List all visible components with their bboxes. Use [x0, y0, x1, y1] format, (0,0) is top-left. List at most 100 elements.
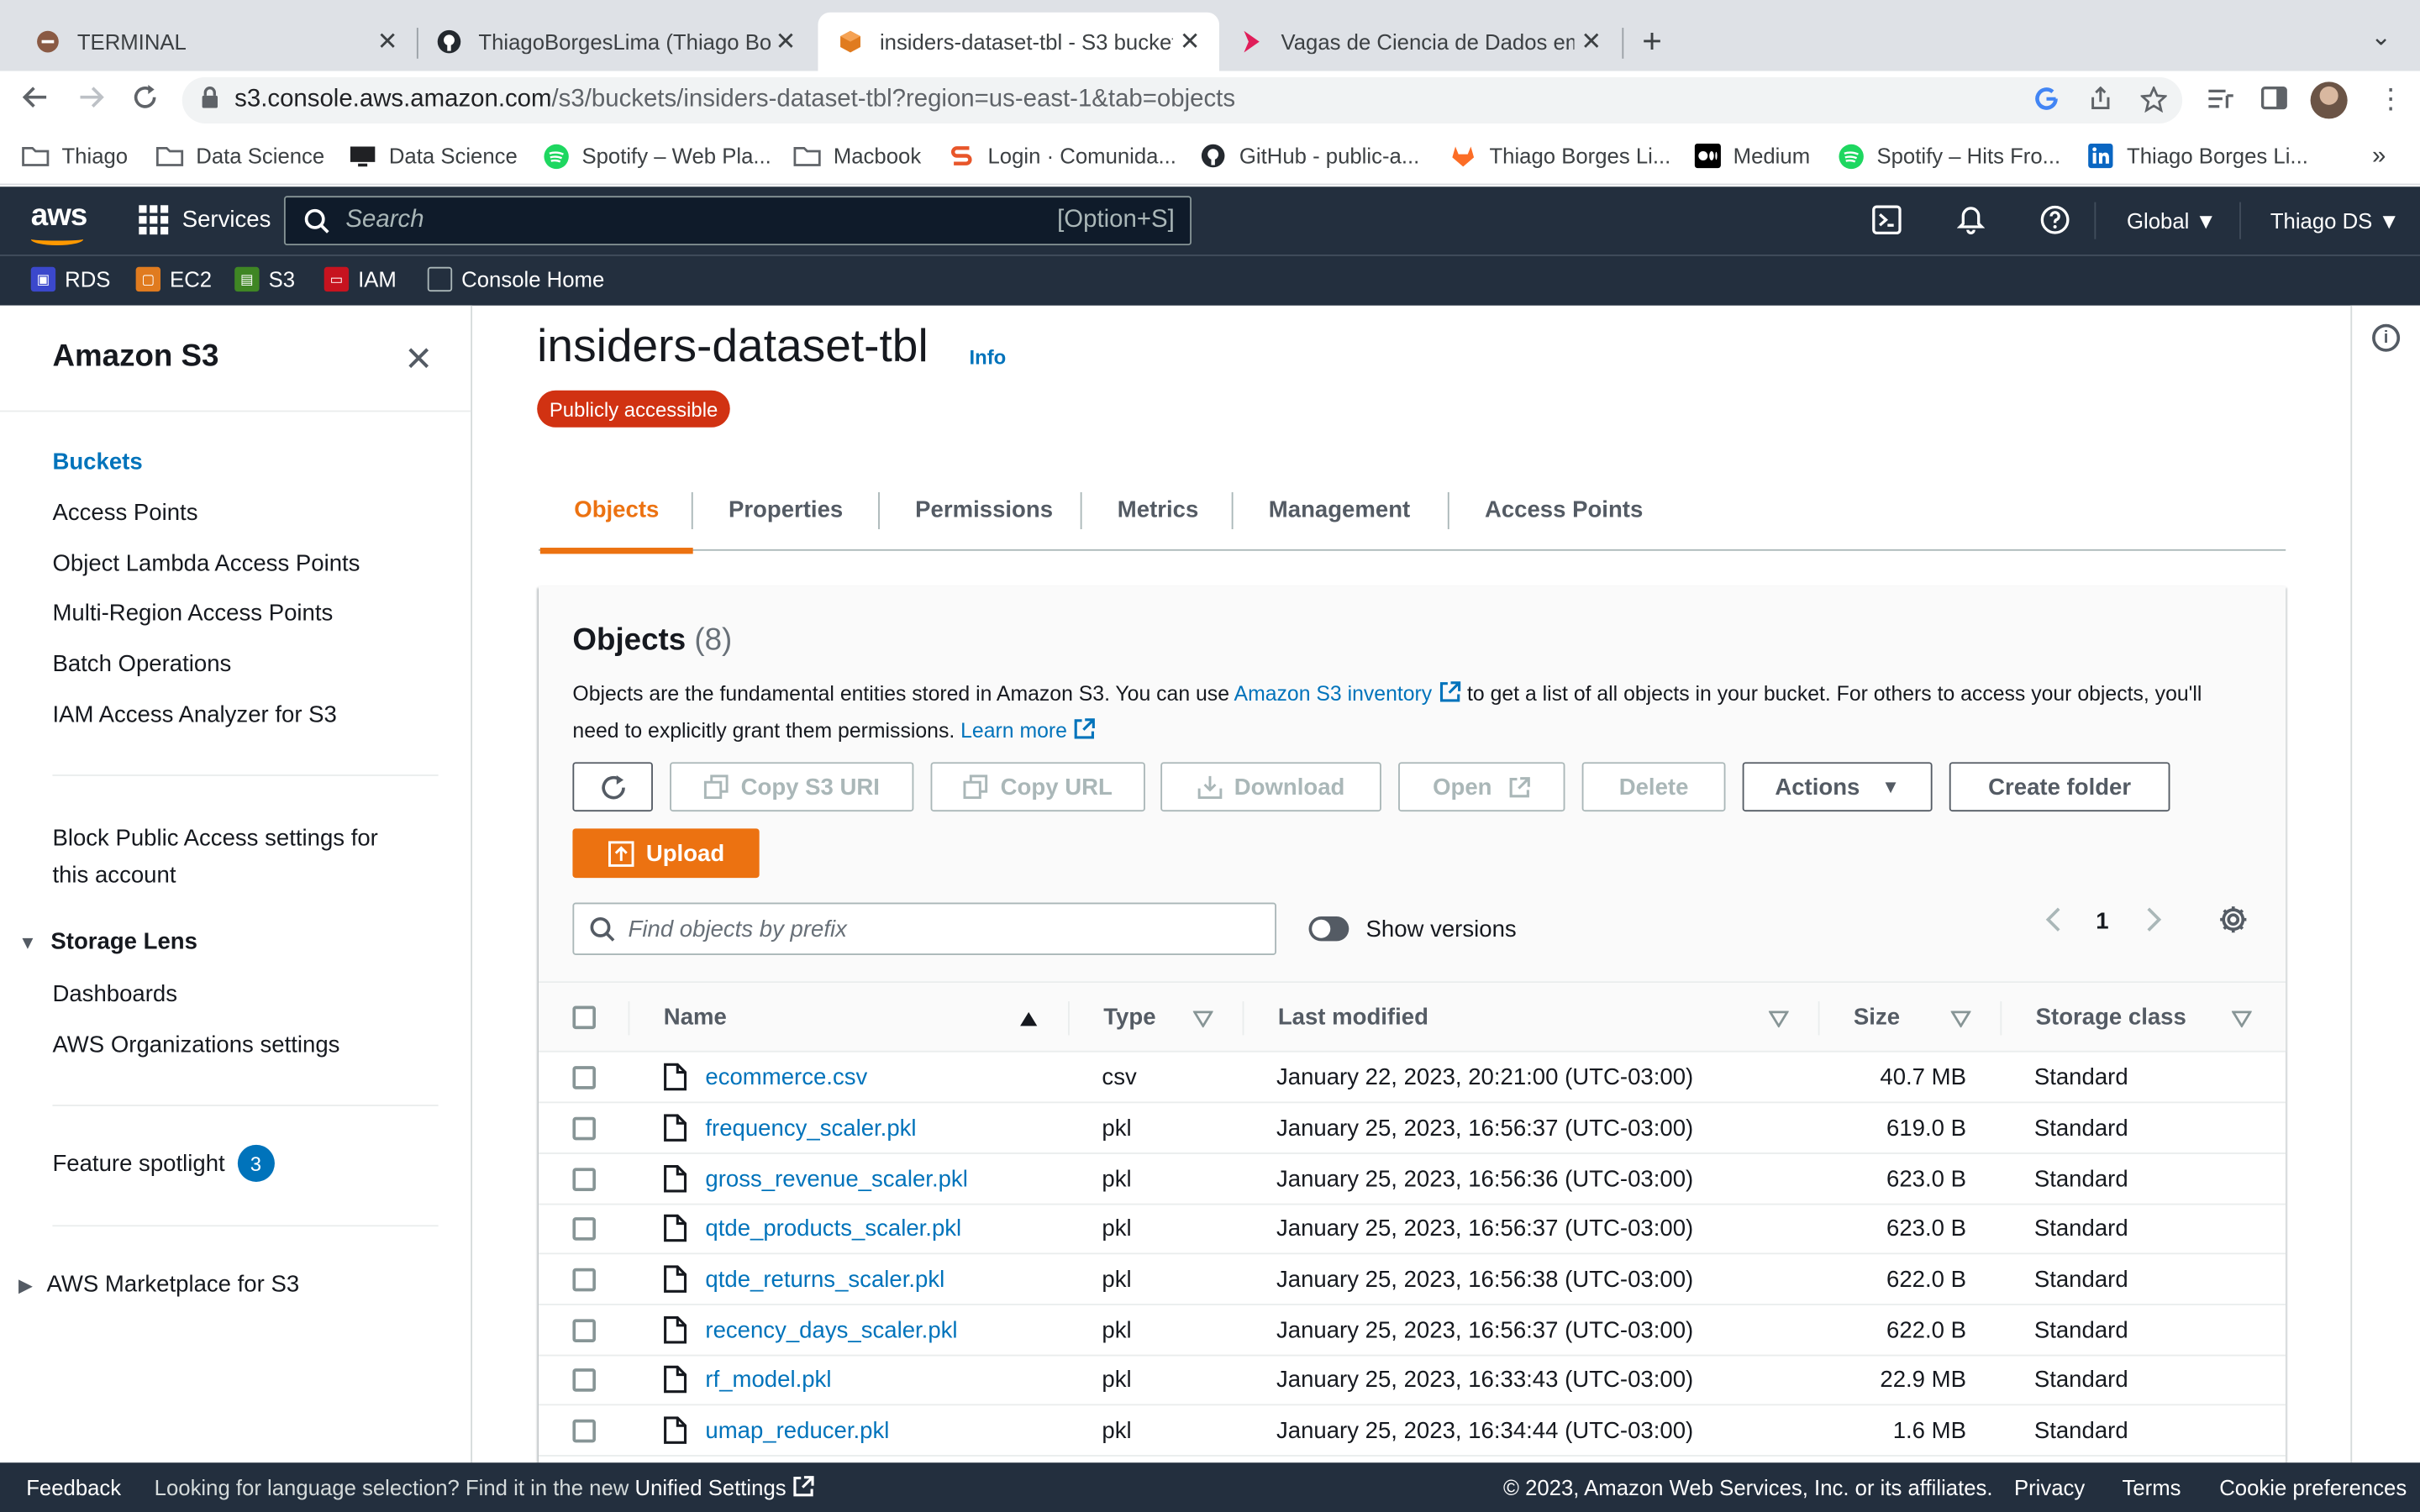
- feedback-link[interactable]: Feedback: [26, 1475, 121, 1499]
- inventory-link[interactable]: Amazon S3 inventory: [1234, 682, 1433, 706]
- show-versions-toggle[interactable]: [1308, 916, 1349, 942]
- browser-tab[interactable]: ThiagoBorgesLima (Thiago Borges Lima) ✕: [420, 13, 815, 71]
- settings-gear-icon[interactable]: [2217, 904, 2249, 941]
- upload-button[interactable]: Upload: [572, 828, 760, 879]
- row-checkbox[interactable]: [572, 1268, 596, 1292]
- services-menu-button[interactable]: Services: [139, 205, 271, 235]
- marketplace-section[interactable]: ▶ AWS Marketplace for S3: [18, 1271, 299, 1297]
- object-name-link[interactable]: qtde_returns_scaler.pkl: [705, 1267, 944, 1293]
- notifications-bell-icon[interactable]: [1956, 205, 1986, 242]
- bookmark-item[interactable]: Data Science: [155, 144, 324, 168]
- open-button[interactable]: Open: [1398, 762, 1565, 812]
- table-row[interactable]: qtde_returns_scaler.pkl pkl January 25, …: [539, 1254, 2286, 1305]
- bookmark-item[interactable]: Macbook: [793, 144, 921, 168]
- sidebar-item-multi-region[interactable]: Multi-Region Access Points: [52, 600, 333, 626]
- bookmark-item[interactable]: Thiago Borges Li...: [2086, 143, 2308, 169]
- region-selector[interactable]: Global ▼: [2127, 208, 2217, 233]
- table-row[interactable]: gross_revenue_scaler.pkl pkl January 25,…: [539, 1154, 2286, 1205]
- actions-dropdown[interactable]: Actions ▼: [1742, 762, 1933, 812]
- table-row[interactable]: frequency_scaler.pkl pkl January 25, 202…: [539, 1103, 2286, 1154]
- close-icon[interactable]: ✕: [404, 339, 433, 380]
- side-panel-icon[interactable]: [2261, 87, 2287, 118]
- download-button[interactable]: Download: [1160, 762, 1381, 812]
- sort-icon[interactable]: [1950, 1007, 1972, 1035]
- bookmark-item[interactable]: Login · Comunida...: [948, 144, 1176, 168]
- column-header-size[interactable]: Size: [1854, 1005, 1900, 1031]
- column-header-name[interactable]: Name: [664, 1005, 727, 1031]
- refresh-button[interactable]: [572, 762, 653, 812]
- column-header-last-modified[interactable]: Last modified: [1278, 1005, 1428, 1031]
- bookmark-item[interactable]: Spotify – Hits Fro...: [1837, 143, 2060, 169]
- sidebar-item-iam-analyzer[interactable]: IAM Access Analyzer for S3: [52, 702, 336, 728]
- favorite-console-home[interactable]: Console Home: [427, 266, 604, 292]
- tab-properties[interactable]: Properties: [729, 468, 843, 551]
- favorite-iam[interactable]: ▭ IAM: [324, 266, 397, 292]
- close-tab-icon[interactable]: ✕: [373, 26, 401, 57]
- tab-search-icon[interactable]: ⌄: [2370, 22, 2391, 53]
- object-name-link[interactable]: qtde_products_scaler.pkl: [705, 1215, 961, 1242]
- object-name-link[interactable]: recency_days_scaler.pkl: [705, 1318, 957, 1344]
- sort-icon[interactable]: [2231, 1007, 2253, 1035]
- bookmark-item[interactable]: Medium: [1693, 143, 1810, 169]
- aws-logo[interactable]: aws: [30, 199, 87, 246]
- table-row[interactable]: umap_reducer.pkl pkl January 25, 2023, 1…: [539, 1405, 2286, 1457]
- info-icon[interactable]: i: [2372, 323, 2401, 352]
- back-icon[interactable]: [22, 83, 50, 118]
- table-row[interactable]: recency_days_scaler.pkl pkl January 25, …: [539, 1305, 2286, 1357]
- privacy-link[interactable]: Privacy: [2014, 1475, 2085, 1499]
- sidebar-item-block-public-access[interactable]: Block Public Access settings for this ac…: [52, 821, 377, 895]
- share-icon[interactable]: [2088, 86, 2112, 119]
- sidebar-item-object-lambda[interactable]: Object Lambda Access Points: [52, 551, 360, 577]
- next-page-icon[interactable]: [2145, 906, 2164, 939]
- close-tab-icon[interactable]: ✕: [1577, 26, 1605, 57]
- sort-icon[interactable]: [1768, 1007, 1790, 1035]
- cookie-preferences-link[interactable]: Cookie preferences: [2219, 1475, 2407, 1499]
- tab-permissions[interactable]: Permissions: [915, 468, 1053, 551]
- google-icon[interactable]: [2034, 87, 2059, 119]
- table-row[interactable]: ecommerce.csv csv January 22, 2023, 20:2…: [539, 1053, 2286, 1104]
- console-search-input[interactable]: Search [Option+S]: [283, 196, 1192, 246]
- bookmark-item[interactable]: Thiago Borges Li...: [1449, 144, 1670, 168]
- object-name-link[interactable]: frequency_scaler.pkl: [705, 1116, 916, 1142]
- copy-url-button[interactable]: Copy URL: [930, 762, 1145, 812]
- object-search-input[interactable]: Find objects by prefix: [572, 902, 1276, 955]
- row-checkbox[interactable]: [572, 1319, 596, 1342]
- sidebar-item-buckets[interactable]: Buckets: [52, 449, 142, 475]
- bookmark-item[interactable]: Spotify – Web Pla...: [542, 143, 771, 169]
- learn-more-link[interactable]: Learn more: [960, 719, 1067, 743]
- tab-access-points[interactable]: Access Points: [1485, 468, 1643, 551]
- browser-tab[interactable]: Vagas de Ciencia de Dados em ✕: [1223, 13, 1621, 71]
- omnibox[interactable]: s3.console.aws.amazon.com/s3/buckets/ins…: [182, 76, 2183, 123]
- feature-spotlight[interactable]: Feature spotlight 3: [52, 1144, 275, 1182]
- select-all-checkbox[interactable]: [572, 1005, 596, 1030]
- new-tab-icon[interactable]: +: [1642, 22, 1662, 62]
- browser-tab-active[interactable]: insiders-dataset-tbl - S3 bucket ✕: [818, 12, 1220, 71]
- profile-avatar[interactable]: [2310, 81, 2348, 119]
- create-folder-button[interactable]: Create folder: [1949, 762, 2170, 812]
- copy-s3-uri-button[interactable]: Copy S3 URI: [670, 762, 914, 812]
- bookmark-star-icon[interactable]: [2139, 85, 2169, 120]
- bookmarks-overflow[interactable]: »: [2372, 144, 2386, 171]
- tab-metrics[interactable]: Metrics: [1118, 468, 1198, 551]
- bookmark-item[interactable]: Data Science: [349, 144, 518, 168]
- row-checkbox[interactable]: [572, 1217, 596, 1241]
- current-page[interactable]: 1: [2096, 909, 2108, 935]
- sidebar-item-access-points[interactable]: Access Points: [52, 500, 197, 526]
- row-checkbox[interactable]: [572, 1168, 596, 1191]
- row-checkbox[interactable]: [572, 1116, 596, 1141]
- browser-tab[interactable]: TERMINAL ✕: [18, 13, 417, 71]
- favorite-s3[interactable]: ▤ S3: [234, 266, 295, 292]
- table-row[interactable]: rf_model.pkl pkl January 25, 2023, 16:33…: [539, 1355, 2286, 1406]
- delete-button[interactable]: Delete: [1581, 762, 1726, 812]
- account-menu[interactable]: Thiago DS ▼: [2270, 208, 2400, 233]
- browser-menu-icon[interactable]: ⋮: [2377, 83, 2405, 116]
- close-tab-icon[interactable]: ✕: [771, 26, 799, 57]
- favorite-rds[interactable]: ▣ RDS: [30, 266, 111, 292]
- row-checkbox[interactable]: [572, 1368, 596, 1392]
- terms-link[interactable]: Terms: [2123, 1475, 2181, 1499]
- object-name-link[interactable]: ecommerce.csv: [705, 1064, 867, 1090]
- column-header-storage-class[interactable]: Storage class: [2036, 1005, 2186, 1031]
- tab-objects[interactable]: Objects: [539, 468, 693, 554]
- forward-icon[interactable]: [77, 83, 105, 118]
- close-tab-icon[interactable]: ✕: [1176, 26, 1204, 57]
